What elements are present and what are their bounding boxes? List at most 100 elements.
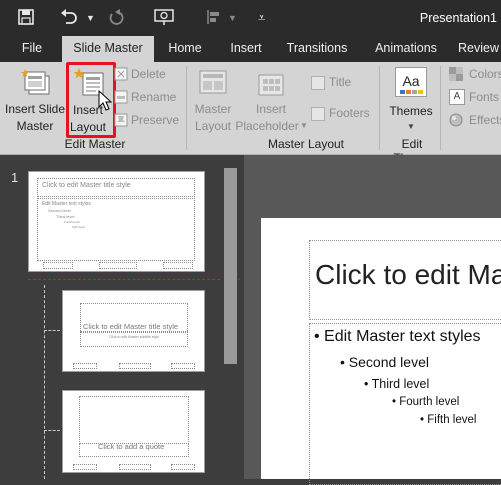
tab-home[interactable]: Home bbox=[160, 36, 210, 62]
align-icon[interactable] bbox=[206, 9, 222, 27]
thumb-text-level1: Edit Master text styles bbox=[42, 201, 91, 207]
thumb-subtitle-placeholder: Click to edit Master subtitle style bbox=[80, 331, 188, 347]
preserve-label: Preserve bbox=[131, 113, 180, 127]
insert-slide-master-icon bbox=[21, 68, 51, 101]
slide-master-thumbnail[interactable]: Click to edit Master title style Edit Ma… bbox=[28, 171, 205, 272]
master-layout-label-line1: Master bbox=[194, 102, 232, 116]
customize-qat-icon[interactable]: ⩡ bbox=[258, 9, 265, 27]
body-level2-text: Second level bbox=[348, 354, 429, 370]
thumb-body-placeholder: Edit Master text styles Second level Thi… bbox=[37, 198, 195, 261]
insertion-marker-line bbox=[28, 279, 240, 280]
body-level1-text: Edit Master text styles bbox=[324, 328, 481, 345]
themes-icon: Aa bbox=[395, 67, 427, 97]
body-level4: • Fourth level bbox=[392, 396, 460, 408]
ribbon-separator bbox=[379, 66, 380, 150]
rename-button[interactable]: Rename bbox=[112, 89, 178, 107]
redo-icon[interactable] bbox=[108, 9, 124, 27]
themes-button[interactable]: Aa Themes ▼ bbox=[384, 64, 438, 134]
insert-placeholder-dropdown-icon: ▼ bbox=[300, 121, 308, 130]
thumb-text-level4: Fourth level bbox=[64, 220, 80, 224]
layout-connector-line bbox=[44, 285, 45, 479]
insert-layout-label-line2: Layout bbox=[69, 120, 107, 134]
thumb-quote-text: Click to add a quote bbox=[98, 442, 165, 451]
ribbon-separator bbox=[186, 66, 187, 150]
body-level5: • Fifth level bbox=[420, 414, 477, 426]
tab-insert[interactable]: Insert bbox=[222, 36, 270, 62]
insert-slide-master-label-line1: Insert Slide bbox=[4, 102, 66, 116]
app-title: Presentation1 bbox=[419, 11, 497, 25]
body-placeholder[interactable]: • Edit Master text styles • Second level… bbox=[309, 323, 501, 485]
thumb-subtitle-text: Click to edit Master subtitle style bbox=[109, 335, 159, 339]
title-checkbox-box bbox=[311, 76, 325, 90]
layout-connector-branch bbox=[44, 430, 60, 431]
thumb-date-placeholder bbox=[73, 363, 97, 369]
body-level3-text: Third level bbox=[371, 377, 430, 391]
scrollbar-thumb[interactable] bbox=[224, 168, 237, 364]
master-layout-label-line2: Layout bbox=[194, 119, 232, 133]
ribbon-separator bbox=[440, 66, 441, 150]
layout-thumbnail-title-slide[interactable]: Click to edit Master title style Click t… bbox=[62, 290, 205, 372]
thumb-footer-placeholder bbox=[99, 262, 137, 269]
group-label-edit-master: Edit Master bbox=[64, 137, 126, 151]
footers-checkbox[interactable]: Footers bbox=[311, 106, 375, 124]
fonts-button[interactable]: A Fonts bbox=[441, 89, 501, 107]
master-layout-button[interactable]: Master Layout bbox=[190, 64, 236, 134]
slide-master-canvas[interactable]: Click to edit Master title style • Edit … bbox=[261, 218, 501, 485]
body-level3: • Third level bbox=[364, 377, 430, 391]
thumb-title-placeholder: Click to edit Master title style bbox=[37, 178, 195, 197]
tab-animations[interactable]: Animations bbox=[366, 36, 446, 62]
effects-label: Effects bbox=[469, 113, 501, 127]
thumb-date-placeholder bbox=[73, 464, 97, 470]
save-icon[interactable] bbox=[18, 9, 34, 27]
preserve-pin-icon bbox=[114, 113, 128, 130]
title-checkbox[interactable]: Title bbox=[311, 75, 371, 93]
tab-slide-master[interactable]: Slide Master bbox=[62, 36, 154, 62]
thumb-title-text: Click to edit Master title style bbox=[83, 322, 179, 331]
thumb-quote-placeholder: Click to add a quote bbox=[79, 442, 189, 457]
thumb-text-level2: Second level bbox=[48, 208, 71, 213]
delete-button[interactable]: Delete bbox=[112, 66, 178, 84]
thumb-title-placeholder: Click to edit Master title style bbox=[80, 303, 188, 333]
insert-placeholder-label-line1: Insert bbox=[255, 102, 286, 116]
title-placeholder-text: Click to edit Master title style bbox=[315, 259, 501, 290]
preserve-button[interactable]: Preserve bbox=[112, 112, 180, 130]
group-label-master-layout: Master Layout bbox=[267, 137, 345, 151]
master-layout-icon bbox=[199, 70, 227, 99]
colors-button[interactable]: Colors bbox=[441, 66, 501, 84]
footers-checkbox-label: Footers bbox=[329, 106, 370, 120]
tab-file[interactable]: File bbox=[14, 36, 50, 62]
thumb-title-text: Click to edit Master title style bbox=[42, 182, 131, 189]
ribbon: Insert Slide Master Insert Layout Delete bbox=[0, 62, 501, 165]
tab-transitions[interactable]: Transitions bbox=[281, 36, 353, 62]
undo-icon[interactable] bbox=[60, 9, 78, 27]
body-level1: • Edit Master text styles bbox=[314, 328, 481, 345]
fonts-icon: A bbox=[449, 89, 465, 105]
body-level5-text: Fifth level bbox=[427, 414, 477, 426]
insert-placeholder-button[interactable]: Insert Placeholder ▼ bbox=[234, 64, 308, 134]
rename-label: Rename bbox=[131, 90, 177, 104]
align-dropdown-icon[interactable]: ▼ bbox=[228, 9, 237, 27]
thumb-number-placeholder bbox=[163, 262, 193, 269]
thumb-text-level3: Third level bbox=[56, 214, 75, 219]
mouse-cursor-icon bbox=[98, 89, 113, 115]
thumb-footer-placeholder bbox=[119, 464, 151, 470]
thumb-date-placeholder bbox=[43, 262, 73, 269]
rename-icon bbox=[114, 90, 128, 107]
layout-thumbnail-quote[interactable]: Click to add a quote bbox=[62, 390, 205, 473]
insert-placeholder-icon bbox=[258, 74, 284, 99]
ribbon-tabs: File Slide Master Home Insert Transition… bbox=[0, 36, 501, 62]
tab-review[interactable]: Review bbox=[458, 36, 501, 62]
insert-placeholder-label-line2: Placeholder bbox=[235, 119, 299, 133]
colors-icon bbox=[449, 67, 463, 84]
title-placeholder[interactable]: Click to edit Master title style bbox=[309, 240, 501, 320]
insert-slide-master-label-line2: Master bbox=[16, 119, 54, 133]
slideshow-icon[interactable] bbox=[154, 9, 174, 27]
colors-label: Colors bbox=[469, 67, 501, 81]
insert-slide-master-button[interactable]: Insert Slide Master bbox=[2, 64, 68, 134]
title-checkbox-label: Title bbox=[329, 75, 352, 89]
undo-dropdown-icon[interactable]: ▼ bbox=[86, 9, 95, 27]
themes-label: Themes bbox=[389, 104, 433, 118]
thumb-number-placeholder bbox=[171, 464, 195, 470]
title-bar: ▼ ▼ ⩡ Presentation1 bbox=[0, 0, 501, 36]
effects-button[interactable]: Effects bbox=[441, 112, 501, 130]
